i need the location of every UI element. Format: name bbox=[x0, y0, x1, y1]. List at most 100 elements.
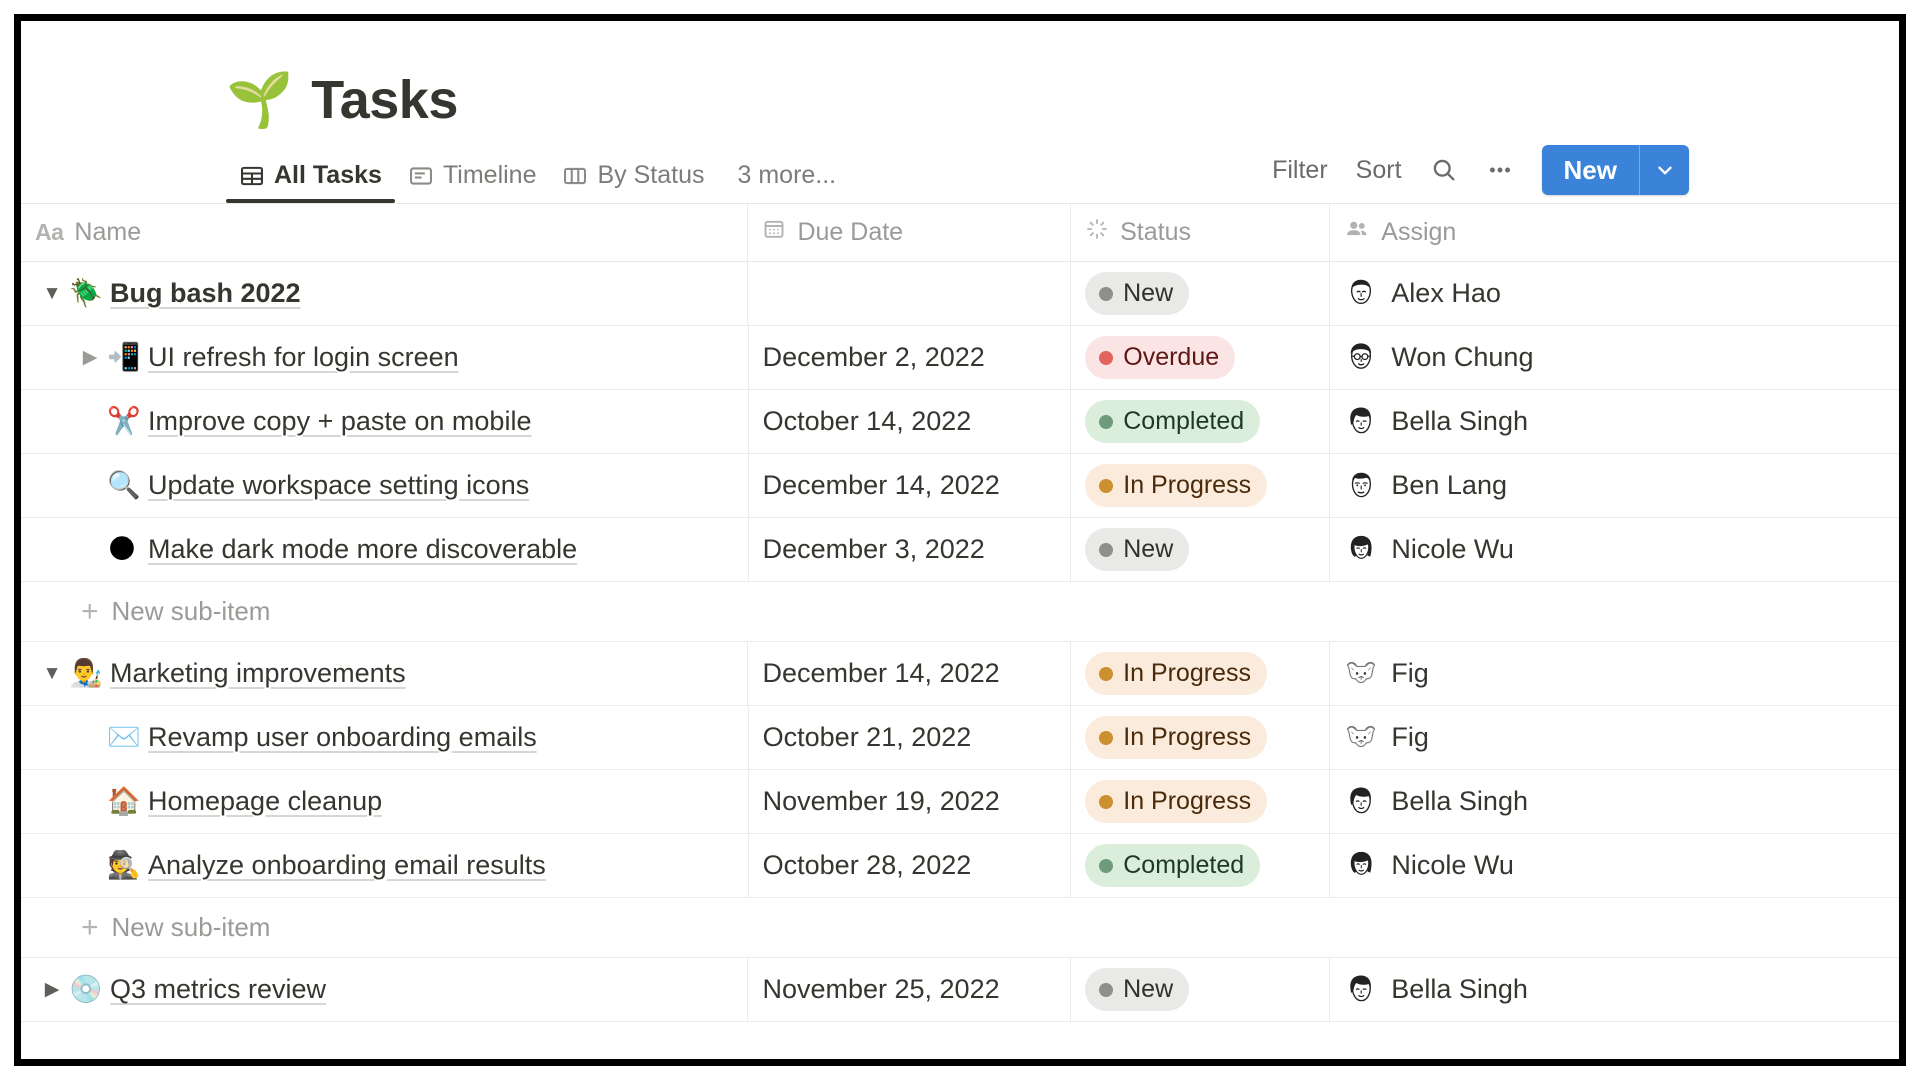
task-name-link[interactable]: Update workspace setting icons bbox=[148, 470, 529, 501]
assignee[interactable]: Nicole Wu bbox=[1344, 848, 1514, 883]
cell-name[interactable]: ▶🕵️ Analyze onboarding email results bbox=[21, 834, 749, 897]
task-name-link[interactable]: UI refresh for login screen bbox=[148, 342, 459, 373]
new-sub-item-row[interactable]: + New sub-item bbox=[21, 898, 1899, 958]
chevron-down-icon[interactable] bbox=[1639, 145, 1689, 195]
task-name-link[interactable]: Marketing improvements bbox=[110, 658, 406, 689]
assignee[interactable]: Bella Singh bbox=[1344, 784, 1528, 819]
task-name-link[interactable]: Analyze onboarding email results bbox=[148, 850, 546, 881]
collapse-toggle-icon[interactable]: ▼ bbox=[35, 283, 69, 305]
filter-button[interactable]: Filter bbox=[1258, 150, 1342, 191]
cell-status[interactable]: Completed bbox=[1071, 834, 1331, 897]
task-emoji-icon[interactable]: ✂️ bbox=[107, 408, 141, 435]
cell-name[interactable]: ▶🏠 Homepage cleanup bbox=[21, 770, 749, 833]
task-emoji-icon[interactable]: 🔍 bbox=[107, 472, 141, 499]
new-sub-item-row[interactable]: + New sub-item bbox=[21, 582, 1899, 642]
task-emoji-icon[interactable]: 🌑 bbox=[107, 536, 137, 563]
cell-assign[interactable]: Nicole Wu bbox=[1330, 518, 1899, 581]
assignee[interactable]: Ben Lang bbox=[1344, 468, 1507, 503]
ellipsis-icon[interactable] bbox=[1472, 150, 1528, 190]
cell-status[interactable]: New bbox=[1071, 958, 1331, 1021]
cell-name[interactable]: ▼ 🪲 Bug bash 2022 bbox=[21, 262, 749, 325]
cell-name[interactable]: ▶ 📲 UI refresh for login screen bbox=[21, 326, 749, 389]
cell-name[interactable]: ▼ 👨‍🎨 Marketing improvements bbox=[21, 642, 749, 705]
assignee[interactable]: Fig bbox=[1344, 656, 1429, 691]
cell-due-date[interactable]: December 14, 2022 bbox=[748, 642, 1072, 705]
cell-status[interactable]: New bbox=[1071, 262, 1331, 325]
cell-name[interactable]: ▶🌑 Make dark mode more discoverable bbox=[21, 518, 749, 581]
cell-name[interactable]: ▶✉️ Revamp user onboarding emails bbox=[21, 706, 749, 769]
cell-assign[interactable]: Bella Singh bbox=[1330, 770, 1899, 833]
table-row[interactable]: ▼ 🪲 Bug bash 2022 New Alex Hao bbox=[21, 262, 1899, 326]
cell-assign[interactable]: Ben Lang bbox=[1330, 454, 1899, 517]
table-row[interactable]: ▶🏠 Homepage cleanup November 19, 2022 In Pr… bbox=[21, 770, 1899, 834]
tab-by-status[interactable]: By Status bbox=[549, 161, 717, 203]
status-badge[interactable]: New bbox=[1085, 968, 1190, 1011]
cell-due-date[interactable]: November 19, 2022 bbox=[749, 770, 1072, 833]
status-badge[interactable]: In Progress bbox=[1085, 780, 1268, 823]
cell-assign[interactable]: Fig bbox=[1330, 642, 1899, 705]
cell-status[interactable]: In Progress bbox=[1071, 706, 1331, 769]
task-emoji-icon[interactable]: 🕵️ bbox=[107, 852, 141, 879]
cell-assign[interactable]: Won Chung bbox=[1330, 326, 1899, 389]
cell-due-date[interactable]: December 3, 2022 bbox=[749, 518, 1072, 581]
table-row[interactable]: ▶ 💿 Q3 metrics review November 25, 2022 New … bbox=[21, 958, 1899, 1022]
cell-status[interactable]: In Progress bbox=[1071, 642, 1331, 705]
cell-due-date[interactable]: December 2, 2022 bbox=[749, 326, 1072, 389]
cell-name[interactable]: ▶ 💿 Q3 metrics review bbox=[21, 958, 749, 1021]
status-badge[interactable]: Completed bbox=[1085, 400, 1261, 443]
cell-due-date[interactable]: November 25, 2022 bbox=[748, 958, 1072, 1021]
tab-timeline[interactable]: Timeline bbox=[395, 161, 550, 203]
table-row[interactable]: ▶ 📲 UI refresh for login screen December 2,… bbox=[21, 326, 1899, 390]
task-emoji-icon[interactable]: 💿 bbox=[69, 976, 103, 1003]
cell-name[interactable]: ▶🔍 Update workspace setting icons bbox=[21, 454, 749, 517]
task-name-link[interactable]: Make dark mode more discoverable bbox=[148, 534, 577, 565]
cell-assign[interactable]: Bella Singh bbox=[1330, 390, 1899, 453]
assignee[interactable]: Alex Hao bbox=[1344, 276, 1501, 311]
task-name-link[interactable]: Revamp user onboarding emails bbox=[148, 722, 537, 753]
status-badge[interactable]: New bbox=[1085, 528, 1190, 571]
page-icon-seedling-icon[interactable]: 🌱 bbox=[226, 73, 293, 127]
status-badge[interactable]: In Progress bbox=[1085, 464, 1268, 507]
cell-status[interactable]: In Progress bbox=[1071, 770, 1331, 833]
table-row[interactable]: ▶🔍 Update workspace setting icons December… bbox=[21, 454, 1899, 518]
task-emoji-icon[interactable]: 🏠 bbox=[107, 788, 141, 815]
table-row[interactable]: ▶✂️ Improve copy + paste on mobile October… bbox=[21, 390, 1899, 454]
table-row[interactable]: ▶✉️ Revamp user onboarding emails October … bbox=[21, 706, 1899, 770]
cell-assign[interactable]: Alex Hao bbox=[1330, 262, 1899, 325]
cell-due-date[interactable]: October 14, 2022 bbox=[749, 390, 1072, 453]
collapse-toggle-icon[interactable]: ▼ bbox=[35, 663, 69, 685]
column-header-assign[interactable]: Assign bbox=[1330, 204, 1899, 261]
status-badge[interactable]: Overdue bbox=[1085, 336, 1236, 379]
table-row[interactable]: ▶🌑 Make dark mode more discoverable Decemb… bbox=[21, 518, 1899, 582]
task-emoji-icon[interactable]: 🪲 bbox=[69, 280, 103, 307]
column-header-name[interactable]: Aa Name bbox=[21, 204, 749, 261]
cell-assign[interactable]: Bella Singh bbox=[1330, 958, 1899, 1021]
assignee[interactable]: Nicole Wu bbox=[1344, 532, 1514, 567]
table-row[interactable]: ▼ 👨‍🎨 Marketing improvements December 14, 2… bbox=[21, 642, 1899, 706]
task-emoji-icon[interactable]: 📲 bbox=[107, 344, 141, 371]
task-name-link[interactable]: Bug bash 2022 bbox=[110, 278, 301, 309]
expand-toggle-icon[interactable]: ▶ bbox=[35, 978, 69, 1001]
task-emoji-icon[interactable]: ✉️ bbox=[107, 724, 141, 751]
cell-assign[interactable]: Fig bbox=[1330, 706, 1899, 769]
cell-name[interactable]: ▶✂️ Improve copy + paste on mobile bbox=[21, 390, 749, 453]
status-badge[interactable]: Completed bbox=[1085, 844, 1261, 887]
cell-status[interactable]: In Progress bbox=[1071, 454, 1331, 517]
search-icon[interactable] bbox=[1416, 150, 1472, 190]
new-sub-item-button[interactable]: + New sub-item bbox=[21, 596, 270, 627]
status-badge[interactable]: In Progress bbox=[1085, 652, 1267, 695]
cell-due-date[interactable]: October 21, 2022 bbox=[749, 706, 1072, 769]
task-name-link[interactable]: Improve copy + paste on mobile bbox=[148, 406, 531, 437]
cell-assign[interactable]: Nicole Wu bbox=[1330, 834, 1899, 897]
sort-button[interactable]: Sort bbox=[1342, 150, 1416, 191]
new-sub-item-button[interactable]: + New sub-item bbox=[21, 912, 270, 943]
assignee[interactable]: Won Chung bbox=[1344, 340, 1533, 375]
assignee[interactable]: Bella Singh bbox=[1344, 404, 1528, 439]
cell-due-date[interactable]: December 14, 2022 bbox=[749, 454, 1072, 517]
task-name-link[interactable]: Q3 metrics review bbox=[110, 974, 326, 1005]
column-header-status[interactable]: Status bbox=[1071, 204, 1331, 261]
cell-due-date[interactable]: October 28, 2022 bbox=[749, 834, 1072, 897]
new-button[interactable]: New bbox=[1541, 145, 1689, 195]
cell-due-date[interactable] bbox=[748, 262, 1072, 325]
task-name-link[interactable]: Homepage cleanup bbox=[148, 786, 382, 817]
